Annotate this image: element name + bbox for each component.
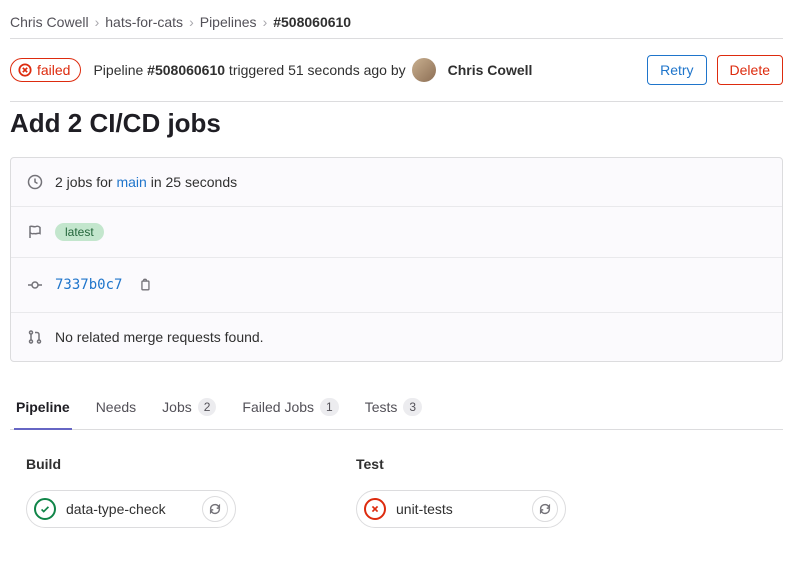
pipeline-header: failed Pipeline #508060610 triggered 51 … <box>10 39 783 101</box>
tab-pipeline[interactable]: Pipeline <box>14 388 72 430</box>
status-badge[interactable]: failed <box>10 58 81 82</box>
x-circle-icon <box>18 63 32 77</box>
tabs: Pipeline Needs Jobs 2 Failed Jobs 1 Test… <box>10 388 783 430</box>
refresh-icon <box>208 502 222 516</box>
merge-request-row: No related merge requests found. <box>11 312 782 361</box>
flag-icon <box>27 224 43 240</box>
stage-test: Test unit-tests <box>356 456 566 528</box>
merge-request-text: No related merge requests found. <box>55 329 264 345</box>
retry-button[interactable]: Retry <box>647 55 706 85</box>
chevron-right-icon: › <box>95 14 100 30</box>
chevron-right-icon: › <box>263 14 268 30</box>
tab-tests[interactable]: Tests 3 <box>363 388 424 430</box>
page-title: Add 2 CI/CD jobs <box>10 108 783 139</box>
pipeline-id: #508060610 <box>147 62 225 78</box>
tests-count-badge: 3 <box>403 398 422 416</box>
latest-tag: latest <box>55 223 104 241</box>
clock-icon <box>27 174 43 190</box>
copy-sha-button[interactable] <box>134 274 156 296</box>
tag-row: latest <box>11 206 782 257</box>
pipeline-details-panel: 2 jobs for main in 25 seconds latest 733… <box>10 157 783 362</box>
breadcrumb-project[interactable]: hats-for-cats <box>105 14 183 30</box>
retry-job-button[interactable] <box>202 496 228 522</box>
avatar[interactable] <box>412 58 436 82</box>
triggered-text: triggered 51 seconds ago by <box>225 62 406 78</box>
breadcrumb-current: #508060610 <box>273 14 351 30</box>
divider <box>10 101 783 102</box>
commit-icon <box>27 277 43 293</box>
failed-count-badge: 1 <box>320 398 339 416</box>
merge-request-icon <box>27 329 43 345</box>
branch-link[interactable]: main <box>116 174 146 190</box>
duration-row: 2 jobs for main in 25 seconds <box>11 158 782 206</box>
clipboard-icon <box>138 278 152 292</box>
job-unit-tests[interactable]: unit-tests <box>356 490 566 528</box>
delete-button[interactable]: Delete <box>717 55 783 85</box>
retry-job-button[interactable] <box>532 496 558 522</box>
jobs-count-badge: 2 <box>198 398 217 416</box>
commit-sha-link[interactable]: 7337b0c7 <box>55 277 122 293</box>
stage-name: Build <box>26 456 236 472</box>
job-name: unit-tests <box>396 501 522 517</box>
x-circle-icon <box>364 498 386 520</box>
status-label: failed <box>37 62 70 78</box>
refresh-icon <box>538 502 552 516</box>
chevron-right-icon: › <box>189 14 194 30</box>
header-actions: Retry Delete <box>647 55 783 85</box>
breadcrumb-owner[interactable]: Chris Cowell <box>10 14 89 30</box>
duration-text: 2 jobs for main in 25 seconds <box>55 174 237 190</box>
breadcrumb: Chris Cowell › hats-for-cats › Pipelines… <box>10 10 783 38</box>
tab-failed-jobs[interactable]: Failed Jobs 1 <box>240 388 340 430</box>
job-name: data-type-check <box>66 501 192 517</box>
pipeline-meta: Pipeline #508060610 triggered 51 seconds… <box>93 58 532 82</box>
author-link[interactable]: Chris Cowell <box>448 62 533 78</box>
breadcrumb-section[interactable]: Pipelines <box>200 14 257 30</box>
tab-needs[interactable]: Needs <box>94 388 138 430</box>
check-circle-icon <box>34 498 56 520</box>
pipeline-prefix: Pipeline <box>93 62 147 78</box>
stage-name: Test <box>356 456 566 472</box>
pipeline-stages: Build data-type-check Test unit-tests <box>10 430 783 528</box>
stage-build: Build data-type-check <box>26 456 236 528</box>
commit-row: 7337b0c7 <box>11 257 782 312</box>
job-data-type-check[interactable]: data-type-check <box>26 490 236 528</box>
tab-jobs[interactable]: Jobs 2 <box>160 388 218 430</box>
